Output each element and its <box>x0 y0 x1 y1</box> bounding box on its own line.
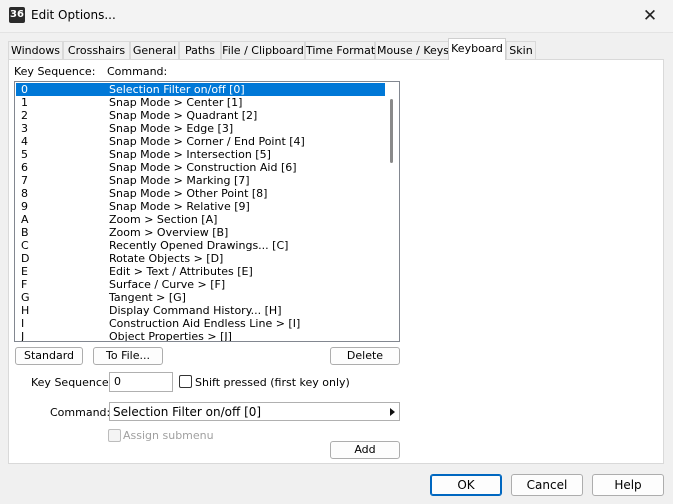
key-sequence-column-header: Key Sequence: <box>14 65 96 78</box>
list-item[interactable]: C Recently Opened Drawings... [C] <box>16 239 385 252</box>
window-title: Edit Options... <box>31 8 116 22</box>
tab-general[interactable]: General <box>130 41 179 59</box>
tab-keyboard[interactable]: Keyboard <box>448 38 506 60</box>
tab-mouse-keys[interactable]: Mouse / Keys <box>375 41 451 59</box>
list-item[interactable]: 5 Snap Mode > Intersection [5] <box>16 148 385 161</box>
app-icon: 36 <box>9 7 25 23</box>
command-column-header: Command: <box>107 65 168 78</box>
help-button[interactable]: Help <box>592 474 664 496</box>
list-item[interactable]: 2 Snap Mode > Quadrant [2] <box>16 109 385 122</box>
scrollbar-thumb[interactable] <box>390 99 393 163</box>
list-item[interactable]: 6 Snap Mode > Construction Aid [6] <box>16 161 385 174</box>
list-item[interactable]: A Zoom > Section [A] <box>16 213 385 226</box>
assign-submenu-checkbox[interactable] <box>108 429 121 442</box>
list-item[interactable]: 4 Snap Mode > Corner / End Point [4] <box>16 135 385 148</box>
chevron-right-icon <box>390 408 395 416</box>
key-sequence-label: Key Sequence: <box>31 376 113 389</box>
tab-paths[interactable]: Paths <box>179 41 221 59</box>
tab-skin[interactable]: Skin <box>506 41 536 59</box>
title-bar: 36 Edit Options... ✕ <box>0 0 673 33</box>
add-button[interactable]: Add <box>330 441 400 459</box>
to-file-button[interactable]: To File... <box>93 347 163 365</box>
tab-file-clipboard[interactable]: File / Clipboard <box>221 41 305 59</box>
ok-button[interactable]: OK <box>430 474 502 496</box>
command-dropdown[interactable]: Selection Filter on/off [0] <box>109 402 400 421</box>
list-item[interactable]: 3 Snap Mode > Edge [3] <box>16 122 385 135</box>
list-scrollbar[interactable] <box>385 82 399 341</box>
list-item[interactable]: 7 Snap Mode > Marking [7] <box>16 174 385 187</box>
standard-button[interactable]: Standard <box>15 347 83 365</box>
list-item[interactable]: D Rotate Objects > [D] <box>16 252 385 265</box>
list-item[interactable]: H Display Command History... [H] <box>16 304 385 317</box>
list-item[interactable]: F Surface / Curve > [F] <box>16 278 385 291</box>
command-label: Command: <box>50 406 111 419</box>
cancel-button[interactable]: Cancel <box>511 474 583 496</box>
list-item[interactable]: G Tangent > [G] <box>16 291 385 304</box>
assign-submenu-label: Assign submenu <box>123 429 214 442</box>
shift-pressed-label: Shift pressed (first key only) <box>195 376 350 389</box>
list-item[interactable]: J Object Properties > [J] <box>16 330 385 341</box>
list-item[interactable]: I Construction Aid Endless Line > [I] <box>16 317 385 330</box>
list-item[interactable]: B Zoom > Overview [B] <box>16 226 385 239</box>
list-item[interactable]: 8 Snap Mode > Other Point [8] <box>16 187 385 200</box>
list-item[interactable]: E Edit > Text / Attributes [E] <box>16 265 385 278</box>
list-item[interactable]: 0 Selection Filter on/off [0] <box>16 83 385 96</box>
tab-windows[interactable]: Windows <box>8 41 63 59</box>
command-dropdown-value: Selection Filter on/off [0] <box>113 405 262 419</box>
key-sequence-field[interactable]: 0 <box>109 372 173 392</box>
list-item[interactable]: 1 Snap Mode > Center [1] <box>16 96 385 109</box>
shift-pressed-checkbox[interactable] <box>179 375 192 388</box>
tab-crosshairs[interactable]: Crosshairs <box>63 41 130 59</box>
close-icon[interactable]: ✕ <box>627 0 673 32</box>
key-command-list[interactable]: 0 Selection Filter on/off [0] 1 Snap Mode … <box>14 81 400 342</box>
delete-button[interactable]: Delete <box>330 347 400 365</box>
tab-time-format[interactable]: Time Format <box>305 41 375 59</box>
list-item[interactable]: 9 Snap Mode > Relative [9] <box>16 200 385 213</box>
